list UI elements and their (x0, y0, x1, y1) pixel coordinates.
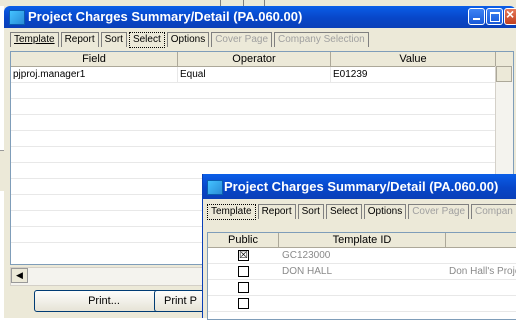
tab-options[interactable]: Options (166, 32, 210, 47)
public-checkbox[interactable]: ☒ (238, 250, 249, 261)
cell-description[interactable]: Don Hall's Projec (446, 264, 516, 279)
tab-template[interactable]: Template (10, 32, 59, 47)
column-header-description[interactable] (446, 233, 516, 247)
table-row[interactable]: ☒ GC123000 (208, 248, 516, 264)
template-grid: Public Template ID ☒ GC123000 DON HALL D… (207, 232, 516, 320)
window-title: Project Charges Summary/Detail (PA.060.0… (28, 9, 303, 24)
column-header-template-id[interactable]: Template ID (279, 233, 446, 247)
cell-description[interactable] (446, 248, 516, 263)
scroll-left-icon[interactable]: ◀ (11, 268, 28, 283)
cell-operator[interactable]: Equal (178, 67, 331, 82)
maximize-icon[interactable] (486, 8, 503, 25)
column-header-value[interactable]: Value (331, 52, 496, 66)
column-header-field[interactable]: Field (11, 52, 178, 66)
scroll-up-icon[interactable] (496, 66, 512, 82)
main-tab-strip: Template Report Sort Select Options Cover Pag… (10, 32, 371, 48)
column-header-operator[interactable]: Operator (178, 52, 331, 66)
print-button[interactable]: Print... (34, 290, 174, 312)
main-title-bar[interactable]: Project Charges Summary/Detail (PA.060.0… (4, 6, 516, 28)
minimize-icon[interactable] (468, 8, 485, 25)
app-icon (207, 180, 223, 195)
grid-header: Field Operator Value (11, 52, 513, 67)
table-row[interactable] (11, 83, 513, 99)
table-row[interactable] (11, 99, 513, 115)
tab-report[interactable]: Report (60, 32, 99, 47)
template-tab-strip: Template Report Sort Select Options Cover Pag… (207, 204, 516, 220)
table-row[interactable] (208, 280, 516, 296)
public-checkbox[interactable] (238, 298, 249, 309)
grid-header: Public Template ID (208, 233, 516, 248)
table-row[interactable] (11, 131, 513, 147)
tab-company[interactable]: Compan (471, 204, 516, 219)
tab-cover-page[interactable]: Cover Page (408, 204, 470, 219)
app-icon (9, 10, 25, 25)
tab-select[interactable]: Select (128, 32, 165, 48)
tab-template[interactable]: Template (207, 204, 256, 220)
tab-options[interactable]: Options (363, 204, 407, 219)
column-header-public[interactable]: Public (208, 233, 279, 247)
tab-sort[interactable]: Sort (100, 32, 127, 47)
print-preview-button[interactable]: Print P (154, 290, 206, 312)
table-row[interactable] (11, 115, 513, 131)
template-window: Project Charges Summary/Detail (PA.060.0… (202, 174, 516, 320)
close-icon[interactable] (504, 6, 516, 25)
tab-select[interactable]: Select (325, 204, 362, 219)
tab-cover-page[interactable]: Cover Page (211, 32, 273, 47)
table-row[interactable]: pjproj.manager1 Equal E01239 (11, 67, 513, 83)
tab-sort[interactable]: Sort (297, 204, 324, 219)
table-row[interactable]: DON HALL Don Hall's Projec (208, 264, 516, 280)
cell-template-id[interactable]: DON HALL (279, 264, 445, 279)
tab-report[interactable]: Report (257, 204, 296, 219)
public-checkbox[interactable] (238, 282, 249, 293)
public-checkbox[interactable] (238, 266, 249, 277)
table-row[interactable] (208, 296, 516, 312)
table-row[interactable] (11, 147, 513, 163)
horizontal-scrollbar[interactable]: ◀ (10, 267, 212, 286)
cell-field[interactable]: pjproj.manager1 (11, 67, 178, 82)
template-title-bar[interactable]: Project Charges Summary/Detail (PA.060.0… (203, 174, 516, 199)
window-title: Project Charges Summary/Detail (PA.060.0… (224, 179, 499, 194)
tab-company-selection[interactable]: Company Selection (274, 32, 369, 47)
cell-template-id[interactable]: GC123000 (279, 248, 445, 263)
cell-value[interactable]: E01239 (331, 67, 496, 82)
